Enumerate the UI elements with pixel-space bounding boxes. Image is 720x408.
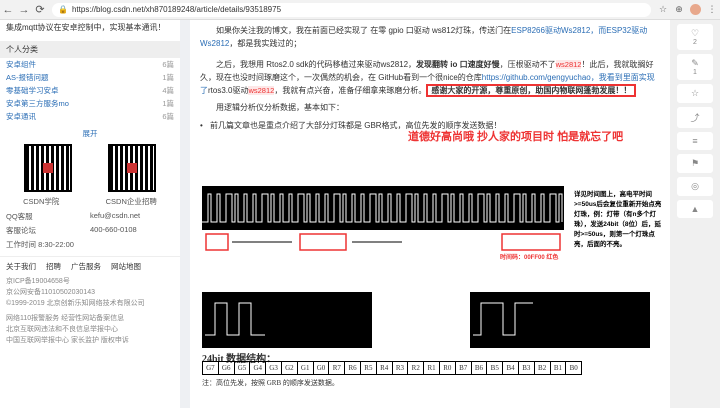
bit-cell: R4 <box>375 361 393 375</box>
qr-code-academy <box>24 144 72 192</box>
bit-cell: G6 <box>217 361 235 375</box>
categories-title: 个人分类 <box>0 41 180 58</box>
footer-line: 京公网安备11010502030143 <box>6 289 95 296</box>
logic-analyzer-waveform <box>202 186 564 258</box>
like-button[interactable]: ♡ 2 <box>677 24 713 50</box>
share-button[interactable]: ⤴ <box>677 107 713 128</box>
bit-cell: B1 <box>549 361 567 375</box>
table-note: 注：高位先发，按照 GRB 的顺序发送数据。 <box>202 379 339 387</box>
url-prefix: https://blog.csdn.net/ <box>71 5 146 14</box>
email-link[interactable]: kefu@csdn.net <box>90 211 174 222</box>
footer-line: 京ICP备19004658号 <box>6 278 70 285</box>
category-item[interactable]: 安卓第三方服务mo 1篇 <box>0 97 180 110</box>
bit-cell: B7 <box>454 361 472 375</box>
bit-cell: R7 <box>328 361 346 375</box>
category-item[interactable]: 零基础学习安卓 4篇 <box>0 84 180 97</box>
paragraph: 之后，我想用 Rtos2.0 sdk的代码移植过来驱动ws2812，发现翻转 i… <box>200 60 655 97</box>
favorite-button[interactable]: ☆ <box>677 84 713 103</box>
right-action-bar: ♡ 2 ✎ 1 ☆ ⤴ ≡ ⚑ ◎ ▲ <box>670 20 720 408</box>
qr-code-jobs <box>108 144 156 192</box>
footer-line: 北京互联网违法和不良信息举报中心 <box>6 326 118 333</box>
bit-cell: B2 <box>533 361 551 375</box>
ads-link[interactable]: 广告服务 <box>71 261 101 272</box>
browser-toolbar: ← → ⟳ 🔒 https://blog.csdn.net/xh87018924… <box>0 0 720 20</box>
bit-cell: R5 <box>359 361 377 375</box>
qq-share-button[interactable]: ◎ <box>677 177 713 196</box>
bit-cell: R2 <box>407 361 425 375</box>
bit-cell: G3 <box>265 361 282 375</box>
forward-icon[interactable]: → <box>16 2 32 18</box>
qr-label: CSDN学院 <box>23 197 60 206</box>
qr-codes <box>0 144 180 192</box>
forum-link[interactable]: 客服论坛 <box>6 225 90 236</box>
extension-icon[interactable]: ⊕ <box>673 4 685 16</box>
footer-line: 网络110报警服务 经营性网站备案信息 <box>6 315 125 322</box>
phone-number: 400-660-0108 <box>90 225 137 234</box>
scope-capture-left <box>202 292 372 348</box>
article-body: 如果你关注我的博文，我在前面已经实现了 在零 gpio 口驱动 ws812灯珠，… <box>190 20 670 408</box>
category-item[interactable]: 安卓通讯 6篇 <box>0 110 180 123</box>
comment-button[interactable]: ✎ 1 <box>677 54 713 80</box>
menu-icon[interactable]: ⋮ <box>706 4 718 16</box>
timing-notes: 详见时间图上，高电平时间>=50us后会复位重新开始点亮灯珠，例：灯带（有n多个… <box>574 191 662 248</box>
work-hours: 工作时间 8:30-22:00 <box>6 240 74 249</box>
sitemap-link[interactable]: 网站地图 <box>111 261 141 272</box>
back-to-top-button[interactable]: ▲ <box>677 200 713 218</box>
report-button[interactable]: ⚑ <box>677 154 713 173</box>
bit-cell: G5 <box>233 361 251 375</box>
bit-cell: R6 <box>344 361 361 375</box>
category-item[interactable]: 安卓组件 6篇 <box>0 58 180 71</box>
sidebar-article-snippet[interactable]: 集成mqtt协议在安卓控制中，实现基本通讯！ <box>0 20 180 35</box>
scope-capture-right <box>470 292 650 348</box>
bit-cell: B5 <box>486 361 504 375</box>
footer-links: 关于我们 招聘 广告服务 网站地图 <box>0 256 180 276</box>
scope-waveform <box>473 302 533 336</box>
bit-cell: B4 <box>502 361 519 375</box>
back-icon[interactable]: ← <box>0 2 16 18</box>
reload-icon[interactable]: ⟳ <box>32 2 48 18</box>
bit-cell: R3 <box>391 361 409 375</box>
bit-cell: G1 <box>296 361 314 375</box>
pulse-train <box>202 193 563 223</box>
category-item[interactable]: AS-报错问题 1篇 <box>0 71 180 84</box>
address-bar[interactable]: 🔒 https://blog.csdn.net/xh870189248/arti… <box>52 2 651 17</box>
bit-cell: B3 <box>517 361 535 375</box>
scope-waveform <box>205 302 265 336</box>
paragraph: 如果你关注我的博文，我在前面已经实现了 在零 gpio 口驱动 ws812灯珠，… <box>200 26 648 48</box>
reset-label: 时间码：00FF00 红色 <box>500 255 559 261</box>
expand-link[interactable]: 展开 <box>0 128 180 139</box>
contact-info: QQ客服 kefu@csdn.net 客服论坛 400-660-0108 工作时… <box>0 207 180 254</box>
bit-cell: G2 <box>280 361 298 375</box>
bit-cell: B6 <box>470 361 488 375</box>
footer-line: 中国互联网举报中心 家长监护 版权申诉 <box>6 337 129 344</box>
bullet-item: 前几篇文章也是重点介绍了大部分灯珠都是 GBR格式，高位先发的顺序发送数据！ <box>200 120 660 132</box>
bit-cell: R0 <box>438 361 456 375</box>
bit-cell: G0 <box>312 361 330 375</box>
star-icon[interactable]: ☆ <box>657 4 669 16</box>
highlight-box: 感谢大家的开源，尊重原创，助国内物联网蓬勃发展！！ <box>426 84 637 97</box>
footer-line: ©1999-2019 北京创新乐知网络技术有限公司 <box>6 300 145 307</box>
about-link[interactable]: 关于我们 <box>6 261 36 272</box>
paragraph: 用逻辑分析仪分析数据，基本如下： <box>216 103 344 112</box>
qr-label: CSDN企业招聘 <box>105 197 157 206</box>
bit-cell: B0 <box>565 361 583 375</box>
lock-icon: 🔒 <box>58 5 68 14</box>
url-path: xh870189248/article/details/93518975 <box>145 5 282 14</box>
profile-avatar[interactable] <box>690 4 701 15</box>
bit-cell: G4 <box>249 361 267 375</box>
bit-structure-table: G7 G6 G5 G4 G3 G2 G1 G0 R7 R6 R5 R4 R3 R2 R1 R0 B7 B6 B5 B4… <box>202 361 583 375</box>
left-sidebar: 集成mqtt协议在安卓控制中，实现基本通讯！ 个人分类 安卓组件 6篇 AS-报错… <box>0 20 180 408</box>
qq-support-link[interactable]: QQ客服 <box>6 211 90 222</box>
list-button[interactable]: ≡ <box>677 132 713 150</box>
bit-cell: G7 <box>202 361 219 375</box>
jobs-link[interactable]: 招聘 <box>46 261 61 272</box>
bit-cell: R1 <box>423 361 440 375</box>
